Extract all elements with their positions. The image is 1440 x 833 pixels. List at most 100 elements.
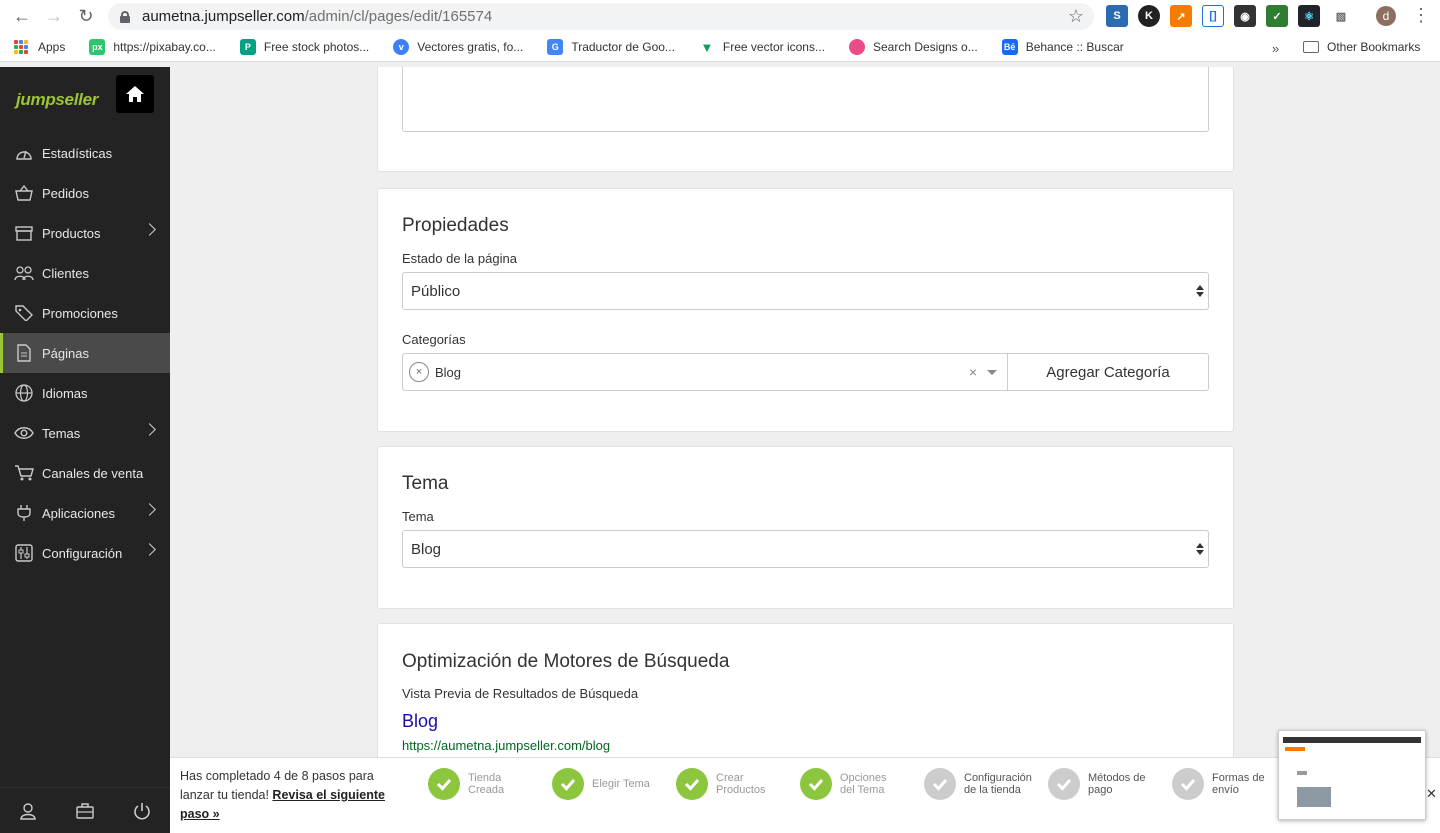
power-icon[interactable] xyxy=(132,801,152,821)
progress-step-label: Formas de envío xyxy=(1212,772,1265,796)
bookmark-apps[interactable]: Apps xyxy=(14,40,65,54)
settings-icon xyxy=(14,544,34,562)
behance-icon: Bē xyxy=(1001,39,1018,55)
briefcase-icon[interactable] xyxy=(75,801,95,821)
step-label-line1: Métodos de xyxy=(1088,772,1146,784)
sidebar-item-label: Temas xyxy=(42,425,81,441)
bookmark-dribbble[interactable]: Search Designs o... xyxy=(848,39,978,55)
progress-step[interactable]: Métodos de pago xyxy=(1048,768,1145,800)
progress-step[interactable]: Opciones del Tema xyxy=(800,768,886,800)
content-textarea[interactable] xyxy=(402,67,1209,132)
url-path: /admin/cl/pages/edit/165574 xyxy=(304,8,493,25)
sidebar-item-paginas[interactable]: Páginas xyxy=(0,333,170,373)
sidebar-item-label: Pedidos xyxy=(42,185,89,201)
select-arrows-icon xyxy=(1196,285,1204,299)
extension-paint-icon[interactable]: ▧ xyxy=(1330,5,1352,27)
address-bar[interactable]: aumetna.jumpseller.com/admin/cl/pages/ed… xyxy=(108,3,1094,30)
bookmark-label: Apps xyxy=(38,40,66,54)
sidebar-item-idiomas[interactable]: Idiomas xyxy=(0,373,170,413)
seo-preview-label: Vista Previa de Resultados de Búsqueda xyxy=(402,686,639,701)
check-icon xyxy=(924,768,956,800)
status-select[interactable]: Público xyxy=(402,272,1209,310)
progress-step[interactable]: Tienda Creada xyxy=(428,768,504,800)
extension-check-icon[interactable]: ✓ xyxy=(1266,5,1288,27)
check-icon xyxy=(552,768,584,800)
sidebar-item-productos[interactable]: Productos xyxy=(0,213,170,253)
bookmarks-overflow[interactable]: » xyxy=(1272,41,1279,56)
status-label: Estado de la página xyxy=(402,251,517,266)
chevron-right-icon xyxy=(143,423,156,436)
sidebar-item-pedidos[interactable]: Pedidos xyxy=(0,173,170,213)
forward-icon[interactable]: → xyxy=(38,0,70,33)
sidebar-item-canales-de-venta[interactable]: Canales de venta xyxy=(0,453,170,493)
flaticon-icon: ▼ xyxy=(698,39,715,55)
theme-select[interactable]: Blog xyxy=(402,530,1209,568)
jumpseller-logo[interactable]: jumpseller xyxy=(16,90,98,110)
browser-menu-icon[interactable]: ⋮ xyxy=(1412,5,1430,26)
screenshot-thumbnail[interactable] xyxy=(1278,730,1426,820)
url-host: aumetna.jumpseller.com xyxy=(142,8,305,25)
other-bookmarks[interactable]: Other Bookmarks xyxy=(1303,40,1420,54)
vecteezy-icon: v xyxy=(393,39,410,55)
sidebar-item-clientes[interactable]: Clientes xyxy=(0,253,170,293)
tag-icon xyxy=(14,304,34,322)
home-icon xyxy=(126,86,144,102)
sidebar-item-label: Estadísticas xyxy=(42,145,113,161)
page-icon xyxy=(14,344,34,362)
bookmark-star-icon[interactable]: ☆ xyxy=(1068,6,1084,27)
thumbnail-close-icon[interactable]: ✕ xyxy=(1426,786,1437,802)
profile-avatar[interactable]: d xyxy=(1376,6,1396,26)
progress-step-label: Tienda Creada xyxy=(468,772,504,796)
sidebar-item-configuracion[interactable]: Configuración xyxy=(0,533,170,573)
progress-step[interactable]: Elegir Tema xyxy=(552,768,650,800)
reload-icon[interactable]: ↻ xyxy=(70,0,102,33)
progress-step[interactable]: Formas de envío xyxy=(1172,768,1265,800)
sidebar-item-estadisticas[interactable]: Estadísticas xyxy=(0,133,170,173)
home-button[interactable] xyxy=(116,75,154,113)
dashboard-icon xyxy=(14,144,34,162)
bookmark-vectores[interactable]: v Vectores gratis, fo... xyxy=(393,39,523,55)
extension-k-icon[interactable]: K xyxy=(1138,5,1160,27)
extension-shield-icon[interactable]: ◉ xyxy=(1234,5,1256,27)
bookmark-pixabay[interactable]: px https://pixabay.co... xyxy=(89,39,216,55)
sidebar-item-temas[interactable]: Temas xyxy=(0,413,170,453)
clear-icon[interactable]: × xyxy=(969,364,977,380)
progress-step-label: Métodos de pago xyxy=(1088,772,1145,796)
bookmark-stock-photos[interactable]: P Free stock photos... xyxy=(239,39,369,55)
user-icon[interactable] xyxy=(18,801,38,821)
pixabay-icon: px xyxy=(89,39,106,55)
categories-label: Categorías xyxy=(402,332,466,347)
step-label-line2: de la tienda xyxy=(964,784,1021,796)
back-icon[interactable]: ← xyxy=(6,0,38,33)
check-icon xyxy=(428,768,460,800)
pexels-icon: P xyxy=(239,39,256,55)
theme-value: Blog xyxy=(411,540,442,558)
eye-icon xyxy=(14,424,34,442)
bookmark-translate[interactable]: G Traductor de Goo... xyxy=(547,39,675,55)
sidebar-footer xyxy=(0,787,170,833)
sidebar-item-label: Configuración xyxy=(42,545,123,561)
step-label-line1: Formas de xyxy=(1212,772,1265,784)
extension-react-icon[interactable]: ⚛ xyxy=(1298,5,1320,27)
main-content: Propiedades Estado de la página Público … xyxy=(170,67,1440,757)
seo-card: Optimización de Motores de Búsqueda Vist… xyxy=(377,623,1234,757)
progress-step[interactable]: Crear Productos xyxy=(676,768,766,800)
extension-bracket-icon[interactable]: [] xyxy=(1202,5,1224,27)
remove-tag-icon[interactable]: × xyxy=(409,362,429,382)
lock-icon xyxy=(120,10,130,23)
sidebar-item-label: Páginas xyxy=(42,345,89,361)
bookmark-vector-icons[interactable]: ▼ Free vector icons... xyxy=(698,39,825,55)
categories-input[interactable]: × Blog × xyxy=(402,353,1008,391)
sidebar-item-aplicaciones[interactable]: Aplicaciones xyxy=(0,493,170,533)
sidebar-item-promociones[interactable]: Promociones xyxy=(0,293,170,333)
check-icon xyxy=(800,768,832,800)
dropdown-caret-icon[interactable] xyxy=(987,370,997,375)
add-category-button[interactable]: Agregar Categoría xyxy=(1007,353,1209,391)
select-arrows-icon xyxy=(1196,543,1204,557)
step-label-line2: pago xyxy=(1088,784,1113,796)
extension-s-icon[interactable]: S xyxy=(1106,5,1128,27)
step-label-line1: Tienda xyxy=(468,772,502,784)
extension-chart-icon[interactable]: ↗ xyxy=(1170,5,1192,27)
progress-step[interactable]: Configuración de la tienda xyxy=(924,768,1032,800)
bookmark-behance[interactable]: Bē Behance :: Buscar xyxy=(1001,39,1124,55)
